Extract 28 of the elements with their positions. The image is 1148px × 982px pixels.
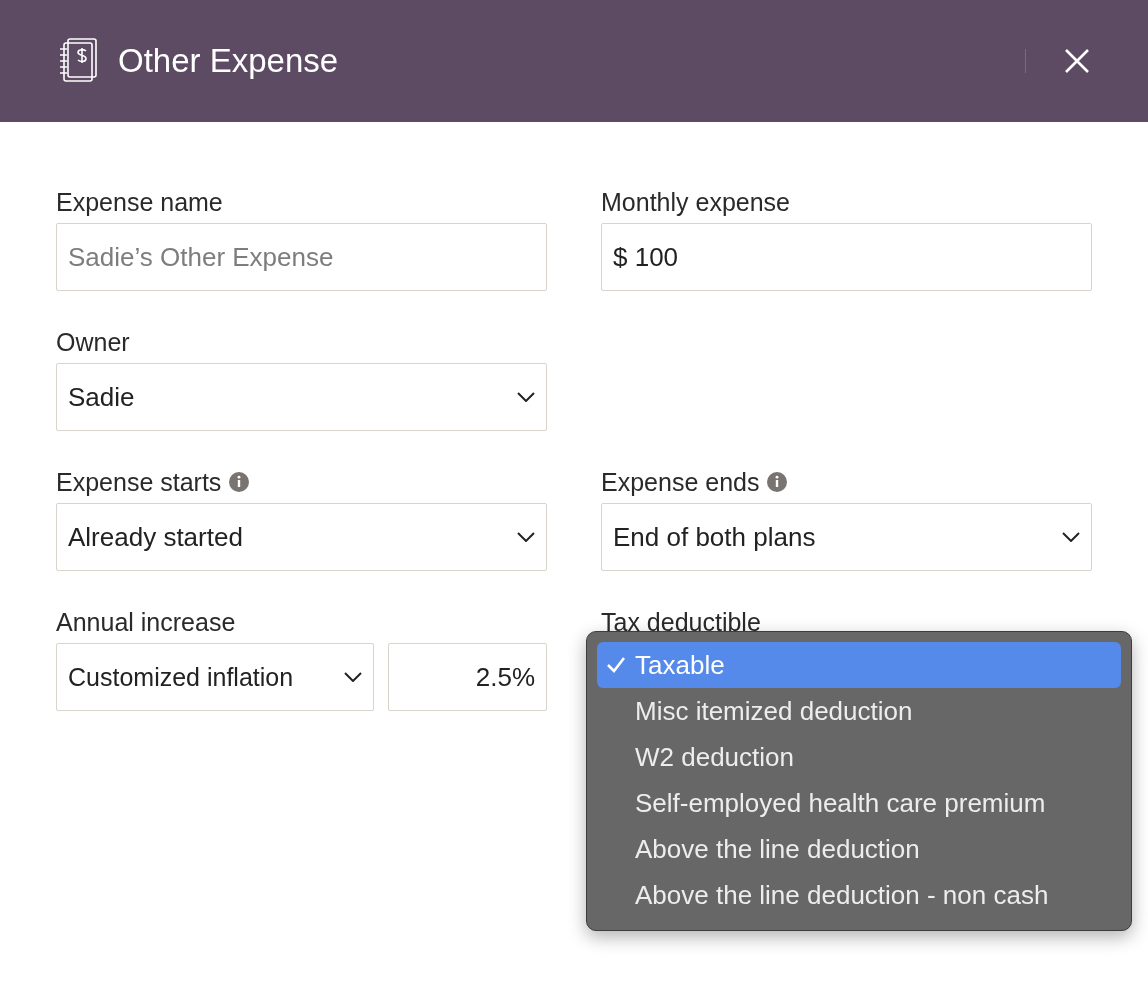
select-field[interactable]: Already started <box>56 503 547 571</box>
input-field[interactable]: $ 100 <box>601 223 1092 291</box>
info-icon <box>767 472 788 492</box>
checkmark-icon <box>606 656 626 674</box>
field-label: Annual increase <box>56 607 236 637</box>
input-field[interactable]: 2.5% <box>388 643 547 711</box>
menu-option[interactable]: Self-employed health care premium <box>597 780 1121 826</box>
menu-option[interactable]: Above the line deduction <box>597 826 1121 872</box>
chevron-down-icon <box>517 392 535 402</box>
field-label: Expense name <box>56 187 223 217</box>
field-label: Expense ends <box>601 467 760 497</box>
field-label: Owner <box>56 327 130 357</box>
info-icon <box>229 472 250 492</box>
menu-option[interactable]: W2 deduction <box>597 734 1121 780</box>
select-field[interactable]: Customized inflation <box>56 643 374 711</box>
menu-option[interactable]: Above the line deduction - non cash <box>597 872 1121 918</box>
select-field[interactable]: End of both plans <box>601 503 1092 571</box>
select-field[interactable]: Sadie <box>56 363 547 431</box>
menu-option[interactable]: Taxable <box>597 642 1121 688</box>
chevron-down-icon <box>1062 532 1080 542</box>
menu-option[interactable]: Misc itemized deduction <box>597 688 1121 734</box>
field-label: Expense starts <box>56 467 222 497</box>
field-label: Tax deductible <box>601 607 761 637</box>
input-field[interactable]: Sadie’s Other Expense <box>56 223 547 291</box>
dialog-title: Other Expense <box>118 42 340 80</box>
chevron-down-icon <box>517 532 535 542</box>
field-label: Monthly expense <box>601 187 790 217</box>
chevron-down-icon <box>344 672 362 682</box>
